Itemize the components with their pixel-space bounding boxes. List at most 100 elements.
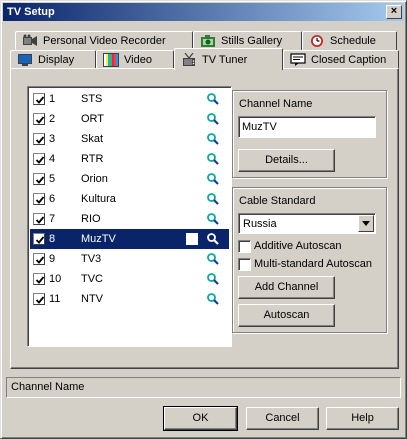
channel-number: 1 (49, 93, 56, 105)
antenna-icon (181, 52, 197, 67)
tab-label: Schedule (330, 35, 376, 47)
magnifier-icon[interactable] (206, 252, 220, 266)
magnifier-icon[interactable] (206, 272, 220, 286)
color-bars-icon (103, 53, 119, 67)
channel-list[interactable]: 1 STS 2 ORT 3 Skat 4 RTR 5 Orion 6 Kultu… (27, 86, 232, 347)
tab-tv-tuner[interactable]: TV Tuner (174, 48, 283, 70)
clock-icon (309, 34, 325, 48)
magnifier-icon[interactable] (206, 172, 220, 186)
channel-number: 4 (49, 153, 56, 165)
status-bar: Channel Name (6, 377, 401, 398)
additive-autoscan-checkbox[interactable] (238, 240, 251, 253)
channel-enabled-checkbox[interactable] (33, 173, 45, 185)
channel-row-selected[interactable]: 8 MuzTV (30, 229, 229, 249)
color-swatch[interactable] (186, 233, 198, 245)
channel-name: RTR (81, 153, 104, 165)
channel-name-input[interactable] (238, 116, 376, 138)
channel-number: 11 (49, 293, 61, 305)
chevron-down-icon[interactable] (358, 215, 374, 232)
close-button[interactable]: × (386, 5, 402, 19)
help-button[interactable]: Help (326, 407, 399, 430)
channel-row[interactable]: 11 NTV (30, 289, 229, 309)
multi-standard-autoscan-label: Multi-standard Autoscan (254, 258, 373, 270)
monitor-icon (17, 53, 33, 67)
channel-name: Kultura (81, 193, 116, 205)
channel-row[interactable]: 10 TVC (30, 269, 229, 289)
cable-standard-select[interactable]: Russia (238, 213, 376, 234)
details-button[interactable]: Details... (238, 149, 335, 172)
magnifier-icon[interactable] (206, 152, 220, 166)
channel-name: ORT (81, 113, 105, 125)
channel-name: STS (81, 93, 103, 105)
tab-personal-video-recorder[interactable]: Personal Video Recorder (15, 31, 193, 50)
tab-label: Closed Caption (311, 54, 387, 66)
channel-number: 6 (49, 193, 56, 205)
magnifier-icon[interactable] (206, 292, 220, 306)
autoscan-button[interactable]: Autoscan (238, 304, 335, 327)
camera-icon (200, 34, 216, 48)
magnifier-icon[interactable] (206, 92, 220, 106)
channel-row[interactable]: 2 ORT (30, 109, 229, 129)
channel-enabled-checkbox[interactable] (33, 273, 45, 285)
channel-enabled-checkbox[interactable] (33, 93, 45, 105)
tab-closed-caption[interactable]: Closed Caption (283, 50, 399, 69)
tab-video[interactable]: Video (96, 50, 174, 69)
channel-row[interactable]: 7 RIO (30, 209, 229, 229)
channel-name: MuzTV (81, 233, 116, 245)
magnifier-icon[interactable] (206, 212, 220, 226)
channel-row[interactable]: 6 Kultura (30, 189, 229, 209)
tab-label: Personal Video Recorder (43, 35, 166, 47)
channel-row[interactable]: 4 RTR (30, 149, 229, 169)
multi-standard-autoscan-checkbox[interactable] (238, 258, 251, 271)
channel-name-label: Channel Name (239, 98, 313, 110)
tab-label: Stills Gallery (221, 35, 283, 47)
channel-number: 3 (49, 133, 56, 145)
magnifier-icon[interactable] (206, 192, 220, 206)
add-channel-button[interactable]: Add Channel (238, 276, 335, 299)
channel-number: 7 (49, 213, 56, 225)
channel-name: TV3 (81, 253, 102, 265)
tab-label: Display (38, 54, 75, 66)
tab-label: Video (124, 54, 152, 66)
channel-row[interactable]: 9 TV3 (30, 249, 229, 269)
additive-autoscan-label: Additive Autoscan (254, 240, 342, 252)
channel-row[interactable]: 3 Skat (30, 129, 229, 149)
cable-standard-group: Cable Standard Russia Additive Autoscan … (232, 187, 387, 333)
magnifier-icon[interactable] (206, 132, 220, 146)
cable-standard-label: Cable Standard (239, 195, 316, 207)
tab-label: TV Tuner (202, 53, 248, 66)
channel-row[interactable]: 5 Orion (30, 169, 229, 189)
magnifier-icon[interactable] (206, 112, 220, 126)
cable-standard-value: Russia (243, 218, 277, 230)
tab-display[interactable]: Display (10, 50, 96, 69)
close-icon: × (390, 5, 398, 17)
channel-enabled-checkbox[interactable] (33, 213, 45, 225)
channel-name: Orion (81, 173, 108, 185)
channel-number: 10 (49, 273, 62, 285)
channel-enabled-checkbox[interactable] (33, 133, 45, 145)
caption-icon (290, 53, 306, 67)
channel-number: 8 (49, 233, 56, 245)
channel-name-group: Channel Name Details... (232, 90, 387, 178)
channel-enabled-checkbox[interactable] (33, 233, 45, 245)
channel-number: 5 (49, 173, 56, 185)
channel-row[interactable]: 1 STS (30, 89, 229, 109)
window-title: TV Setup (7, 6, 55, 18)
ok-button[interactable]: OK (163, 406, 238, 431)
magnifier-icon[interactable] (206, 232, 220, 246)
channel-enabled-checkbox[interactable] (33, 113, 45, 125)
cancel-button[interactable]: Cancel (246, 407, 319, 430)
film-camera-icon (22, 34, 38, 48)
channel-enabled-checkbox[interactable] (33, 293, 45, 305)
title-bar: TV Setup × (3, 3, 404, 21)
channel-name: NTV (81, 293, 103, 305)
channel-number: 9 (49, 253, 56, 265)
channel-name: RIO (81, 213, 101, 225)
channel-enabled-checkbox[interactable] (33, 253, 45, 265)
channel-enabled-checkbox[interactable] (33, 193, 45, 205)
channel-enabled-checkbox[interactable] (33, 153, 45, 165)
channel-number: 2 (49, 113, 56, 125)
channel-name: TVC (81, 273, 103, 285)
tab-schedule[interactable]: Schedule (302, 31, 397, 50)
tv-setup-dialog: TV Setup × Personal Video Recorder Still… (0, 0, 407, 439)
